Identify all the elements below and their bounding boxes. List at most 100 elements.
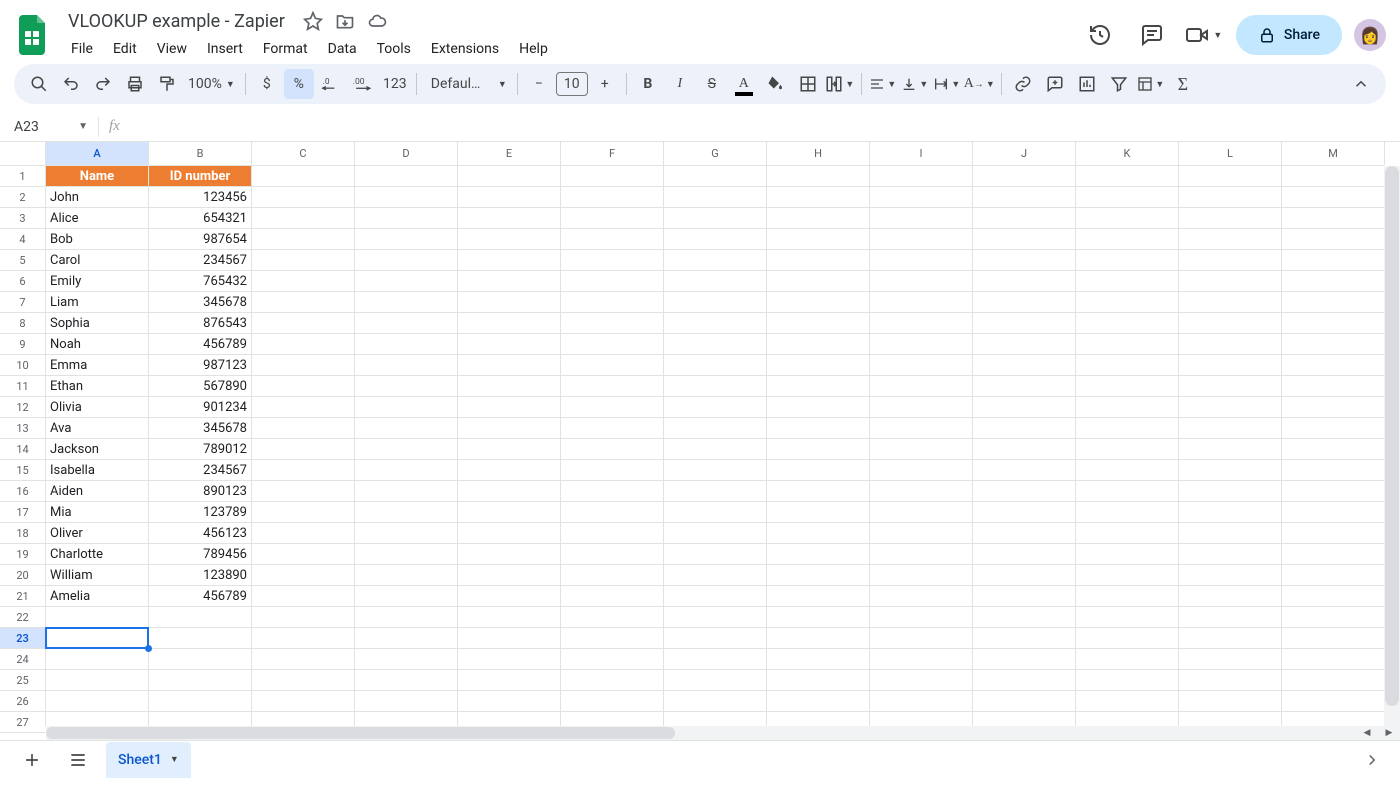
cell[interactable] [252, 523, 355, 544]
cell[interactable]: 234567 [149, 250, 252, 271]
column-header-H[interactable]: H [767, 142, 870, 165]
cell[interactable]: Liam [46, 292, 149, 313]
row-header-16[interactable]: 16 [0, 481, 45, 502]
collapse-toolbar-icon[interactable] [1346, 69, 1376, 99]
cell[interactable]: William [46, 565, 149, 586]
cell[interactable] [870, 628, 973, 649]
cell[interactable] [1076, 376, 1179, 397]
share-button[interactable]: Share [1236, 15, 1342, 55]
cell[interactable] [1282, 166, 1384, 187]
cell[interactable]: Alice [46, 208, 149, 229]
cell[interactable] [355, 670, 458, 691]
cell[interactable] [664, 418, 767, 439]
cell[interactable] [149, 628, 252, 649]
cell[interactable] [767, 565, 870, 586]
cell[interactable] [355, 586, 458, 607]
cell[interactable] [767, 523, 870, 544]
cell[interactable]: Olivia [46, 397, 149, 418]
cell[interactable] [1179, 166, 1282, 187]
cell[interactable] [355, 712, 458, 726]
row-header-25[interactable]: 25 [0, 670, 45, 691]
cell[interactable] [458, 481, 561, 502]
cell[interactable] [1179, 229, 1282, 250]
menu-edit[interactable]: Edit [104, 37, 146, 61]
cell[interactable] [870, 481, 973, 502]
cell[interactable] [458, 670, 561, 691]
increase-font-size-button[interactable]: + [590, 69, 620, 99]
cell[interactable] [149, 649, 252, 670]
row-header-9[interactable]: 9 [0, 334, 45, 355]
cell[interactable] [1076, 481, 1179, 502]
cell[interactable]: Emily [46, 271, 149, 292]
meet-button[interactable]: ▼ [1184, 15, 1224, 55]
cell[interactable] [767, 208, 870, 229]
create-filter-icon[interactable] [1104, 69, 1134, 99]
cell[interactable] [767, 712, 870, 726]
cell[interactable] [973, 586, 1076, 607]
cell[interactable] [1179, 187, 1282, 208]
cell[interactable] [767, 355, 870, 376]
row-header-15[interactable]: 15 [0, 460, 45, 481]
cell[interactable] [1282, 208, 1384, 229]
cell[interactable] [1179, 355, 1282, 376]
cell[interactable] [561, 544, 664, 565]
cell[interactable]: Oliver [46, 523, 149, 544]
format-percent-button[interactable]: % [284, 69, 314, 99]
cell[interactable] [252, 586, 355, 607]
column-header-B[interactable]: B [149, 142, 252, 165]
row-header-27[interactable]: 27 [0, 712, 45, 733]
cell[interactable] [664, 166, 767, 187]
cell[interactable] [355, 250, 458, 271]
all-sheets-button[interactable] [60, 742, 96, 778]
menu-insert[interactable]: Insert [198, 37, 252, 61]
cell[interactable] [664, 691, 767, 712]
sheets-logo-icon[interactable] [14, 15, 54, 55]
cell[interactable] [1076, 439, 1179, 460]
cell[interactable] [252, 439, 355, 460]
cell[interactable]: 765432 [149, 271, 252, 292]
cell[interactable]: Sophia [46, 313, 149, 334]
cell[interactable] [1076, 670, 1179, 691]
cell[interactable] [561, 670, 664, 691]
cell[interactable] [355, 418, 458, 439]
cell[interactable] [561, 628, 664, 649]
cell[interactable] [973, 271, 1076, 292]
cell[interactable] [1076, 187, 1179, 208]
history-icon[interactable] [1080, 15, 1120, 55]
cell[interactable] [1282, 628, 1384, 649]
cell[interactable] [767, 607, 870, 628]
cell[interactable]: John [46, 187, 149, 208]
cells-area[interactable]: NameID numberJohn123456Alice654321Bob987… [46, 166, 1384, 726]
cell[interactable] [767, 397, 870, 418]
cell[interactable] [458, 208, 561, 229]
cell[interactable] [355, 187, 458, 208]
cell[interactable] [355, 460, 458, 481]
cell[interactable] [355, 523, 458, 544]
cell[interactable] [870, 376, 973, 397]
cell[interactable] [355, 313, 458, 334]
cell[interactable] [1179, 439, 1282, 460]
cell[interactable] [252, 397, 355, 418]
cell[interactable] [664, 334, 767, 355]
cell[interactable]: 890123 [149, 481, 252, 502]
explore-button[interactable] [1358, 746, 1386, 774]
row-header-5[interactable]: 5 [0, 250, 45, 271]
cell[interactable] [1282, 439, 1384, 460]
cell[interactable] [1076, 313, 1179, 334]
cell[interactable] [149, 691, 252, 712]
cell[interactable]: 789012 [149, 439, 252, 460]
cell[interactable] [973, 712, 1076, 726]
cell[interactable] [767, 586, 870, 607]
cell[interactable] [1179, 712, 1282, 726]
row-header-12[interactable]: 12 [0, 397, 45, 418]
menu-extensions[interactable]: Extensions [422, 37, 508, 61]
cell[interactable] [973, 607, 1076, 628]
sheet-tab-sheet1[interactable]: Sheet1 ▼ [106, 742, 191, 778]
search-menus-icon[interactable] [24, 69, 54, 99]
cell[interactable] [973, 649, 1076, 670]
horizontal-scrollbar[interactable] [46, 726, 1356, 740]
cell[interactable] [1076, 565, 1179, 586]
insert-comment-icon[interactable] [1040, 69, 1070, 99]
cell[interactable] [1282, 712, 1384, 726]
cell[interactable] [870, 250, 973, 271]
